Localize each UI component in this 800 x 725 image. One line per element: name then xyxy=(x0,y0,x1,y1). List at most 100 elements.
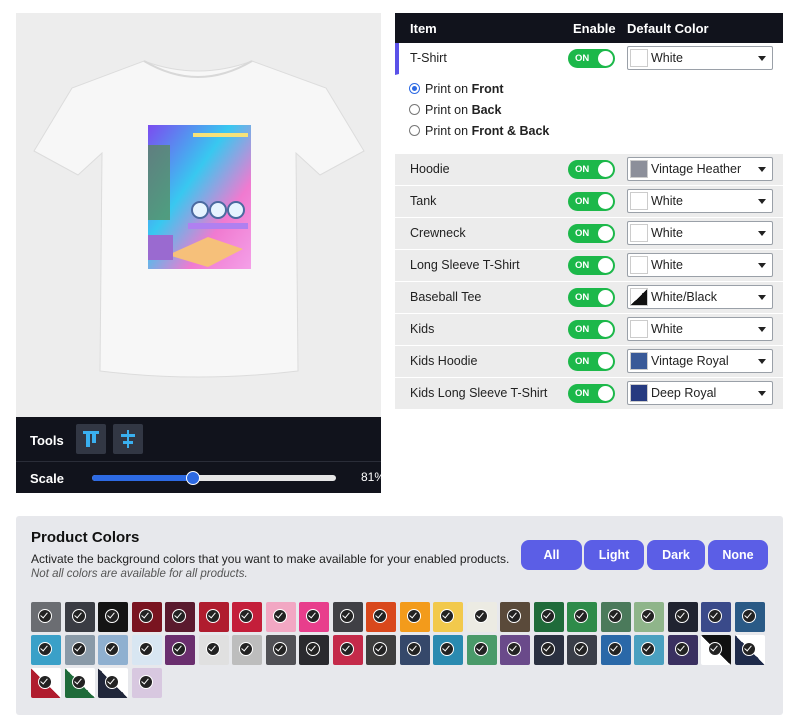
color-swatch-toggle[interactable] xyxy=(64,668,95,698)
color-swatch-toggle[interactable] xyxy=(98,635,128,665)
colors-dark-button[interactable]: Dark xyxy=(647,540,705,570)
color-swatch-toggle[interactable] xyxy=(701,602,731,632)
default-color-select[interactable]: White/Black xyxy=(627,285,773,309)
default-color-select[interactable]: White xyxy=(627,253,773,277)
color-swatch-toggle[interactable] xyxy=(500,602,530,632)
product-row[interactable]: Kids ON White xyxy=(395,314,783,346)
color-swatch-toggle[interactable] xyxy=(131,602,162,632)
color-swatch-toggle[interactable] xyxy=(500,635,530,665)
color-swatch-toggle[interactable] xyxy=(734,602,765,632)
color-swatch-toggle[interactable] xyxy=(64,635,95,665)
check-icon xyxy=(406,609,421,623)
color-swatch-toggle[interactable] xyxy=(399,602,430,632)
enable-toggle[interactable]: ON xyxy=(568,192,615,211)
color-swatch-toggle[interactable] xyxy=(567,635,597,665)
color-swatch xyxy=(630,352,648,370)
color-swatch-toggle[interactable] xyxy=(131,635,162,665)
color-swatch-toggle[interactable] xyxy=(198,602,229,632)
color-swatch-toggle[interactable] xyxy=(634,602,664,632)
enable-toggle[interactable]: ON xyxy=(568,224,615,243)
scale-slider-handle[interactable] xyxy=(186,471,201,485)
radio-button[interactable] xyxy=(409,83,420,95)
color-swatch-toggle[interactable] xyxy=(31,635,61,665)
color-swatch-toggle[interactable] xyxy=(466,602,497,632)
color-swatch-toggle[interactable] xyxy=(433,635,463,665)
product-row[interactable]: Baseball Tee ON White/Black xyxy=(395,282,783,314)
color-swatch-toggle[interactable] xyxy=(64,602,95,632)
product-row[interactable]: Hoodie ON Vintage Heather xyxy=(395,154,783,186)
color-swatch-toggle[interactable] xyxy=(433,602,463,632)
color-swatch-toggle[interactable] xyxy=(31,602,61,632)
color-swatch-toggle[interactable] xyxy=(131,668,162,698)
color-swatch-toggle[interactable] xyxy=(31,668,61,698)
color-swatch-toggle[interactable] xyxy=(299,635,329,665)
print-option[interactable]: Print on Front & Back xyxy=(409,124,549,138)
toggle-label: ON xyxy=(575,388,590,399)
chevron-down-icon xyxy=(758,327,766,332)
color-swatch-toggle[interactable] xyxy=(734,635,765,665)
product-row[interactable]: Kids Hoodie ON Vintage Royal xyxy=(395,346,783,378)
color-swatch-toggle[interactable] xyxy=(567,602,597,632)
align-center-button[interactable] xyxy=(113,424,143,454)
colors-light-button[interactable]: Light xyxy=(584,540,644,570)
color-swatch-toggle[interactable] xyxy=(600,635,631,665)
check-icon xyxy=(607,609,622,623)
toggle-knob xyxy=(598,322,613,337)
color-swatch-toggle[interactable] xyxy=(701,635,731,665)
color-swatch-toggle[interactable] xyxy=(332,602,363,632)
default-color-select[interactable]: White xyxy=(627,317,773,341)
default-color-select[interactable]: Vintage Royal xyxy=(627,349,773,373)
enable-toggle[interactable]: ON xyxy=(568,49,615,68)
enable-toggle[interactable]: ON xyxy=(568,160,615,179)
color-swatch-toggle[interactable] xyxy=(600,602,631,632)
color-swatch-toggle[interactable] xyxy=(667,635,698,665)
scale-slider[interactable] xyxy=(92,471,336,485)
color-swatch-toggle[interactable] xyxy=(366,635,396,665)
print-option-side: Front & Back xyxy=(471,124,550,138)
color-swatch xyxy=(630,160,648,178)
color-swatch-toggle[interactable] xyxy=(332,635,363,665)
colors-all-button[interactable]: All xyxy=(521,540,582,570)
product-row[interactable]: Long Sleeve T-Shirt ON White xyxy=(395,250,783,282)
align-top-button[interactable] xyxy=(76,424,106,454)
enable-toggle[interactable]: ON xyxy=(568,352,615,371)
color-swatch-toggle[interactable] xyxy=(366,602,396,632)
color-swatch-toggle[interactable] xyxy=(533,635,564,665)
radio-button[interactable] xyxy=(409,125,420,137)
enable-toggle[interactable]: ON xyxy=(568,384,615,403)
default-color-select[interactable]: White xyxy=(627,46,773,70)
default-color-select[interactable]: White xyxy=(627,189,773,213)
color-swatch-toggle[interactable] xyxy=(232,635,262,665)
color-swatch-toggle[interactable] xyxy=(98,668,128,698)
product-row[interactable]: Kids Long Sleeve T-Shirt ON Deep Royal xyxy=(395,378,783,410)
color-swatch-toggle[interactable] xyxy=(265,602,296,632)
enable-toggle[interactable]: ON xyxy=(568,288,615,307)
color-swatch-toggle[interactable] xyxy=(265,635,296,665)
color-swatch-toggle[interactable] xyxy=(165,602,195,632)
align-center-icon xyxy=(121,430,135,448)
enable-toggle[interactable]: ON xyxy=(568,256,615,275)
color-swatch-toggle[interactable] xyxy=(165,635,195,665)
print-option[interactable]: Print on Back xyxy=(409,103,501,117)
color-swatch-toggle[interactable] xyxy=(466,635,497,665)
toggle-knob xyxy=(598,162,613,177)
default-color-select[interactable]: Deep Royal xyxy=(627,381,773,405)
product-row[interactable]: Crewneck ON White xyxy=(395,218,783,250)
color-swatch-toggle[interactable] xyxy=(533,602,564,632)
print-option[interactable]: Print on Front xyxy=(409,82,504,96)
color-swatch-toggle[interactable] xyxy=(634,635,664,665)
color-swatch-toggle[interactable] xyxy=(299,602,329,632)
default-color-select[interactable]: Vintage Heather xyxy=(627,157,773,181)
color-swatch-toggle[interactable] xyxy=(98,602,128,632)
color-swatch-toggle[interactable] xyxy=(667,602,698,632)
color-swatch-toggle[interactable] xyxy=(232,602,262,632)
enable-toggle[interactable]: ON xyxy=(568,320,615,339)
color-swatch-toggle[interactable] xyxy=(399,635,430,665)
product-row[interactable]: Tank ON White xyxy=(395,186,783,218)
color-swatch-toggle[interactable] xyxy=(198,635,229,665)
product-row-tshirt[interactable]: T-Shirt ON White xyxy=(395,43,783,75)
default-color-select[interactable]: White xyxy=(627,221,773,245)
radio-button[interactable] xyxy=(409,104,420,116)
artwork-image[interactable] xyxy=(148,125,251,269)
colors-none-button[interactable]: None xyxy=(708,540,768,570)
